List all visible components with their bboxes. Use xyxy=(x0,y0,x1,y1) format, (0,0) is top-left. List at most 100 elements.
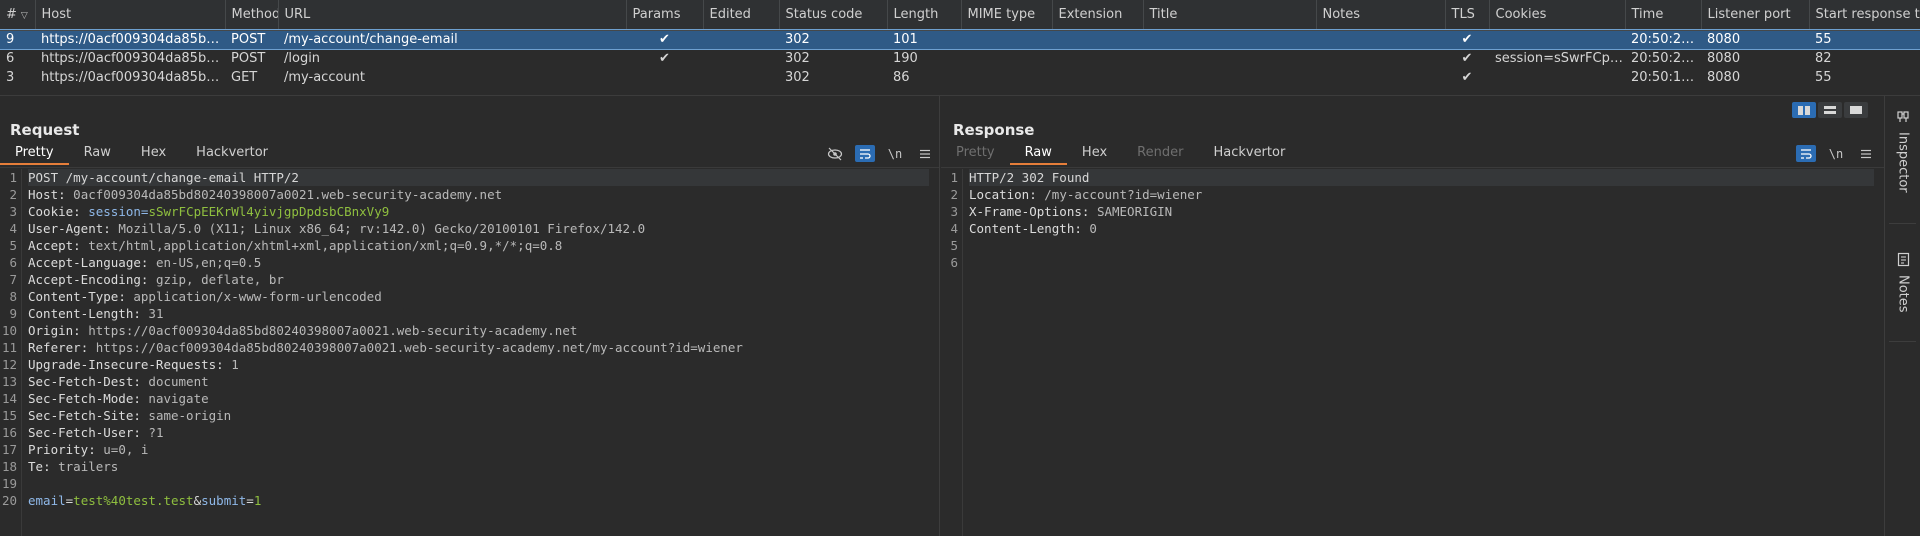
col-header-url[interactable]: URL xyxy=(278,0,627,31)
col-header-notes[interactable]: Notes xyxy=(1316,0,1446,31)
params-check-icon: ✔ xyxy=(659,51,670,66)
line-number: 1 xyxy=(950,170,958,185)
col-header-params[interactable]: Params xyxy=(626,0,704,31)
table-row[interactable]: 9 https://0acf009304da85bd... POST /my-a… xyxy=(0,29,1920,50)
header-line: Accept-Language: en-US,en;q=0.5 xyxy=(28,255,262,270)
table-row[interactable]: 3 https://0acf009304da85bd... GET /my-ac… xyxy=(0,68,1920,87)
tab-pretty[interactable]: Pretty xyxy=(0,143,69,165)
row-mime xyxy=(961,30,1052,49)
header-line: Content-Length: 0 xyxy=(969,221,1097,236)
layout-toggle-group xyxy=(1792,102,1868,118)
line-number: 11 xyxy=(1,340,17,355)
tab-pretty[interactable]: Pretty xyxy=(941,143,1010,165)
history-grid: # ▽ Host Method URL Params Edited Status … xyxy=(0,0,1920,87)
col-header-number[interactable]: # ▽ xyxy=(0,0,36,31)
line-number: 10 xyxy=(1,323,17,338)
notes-icon xyxy=(1897,252,1909,267)
header-line: Te: trailers xyxy=(28,459,119,474)
header-value: 0acf009304da85bd80240398007a0021.web-sec… xyxy=(73,187,503,202)
empty-line xyxy=(969,237,1874,254)
newline-toggle[interactable]: \n xyxy=(1826,145,1846,162)
request-toolbar: \n xyxy=(825,145,935,162)
header-name: Content-Type xyxy=(28,289,119,304)
header-name: Sec-Fetch-Mode xyxy=(28,391,134,406)
col-header-tls[interactable]: TLS xyxy=(1445,0,1490,31)
eye-off-icon[interactable] xyxy=(825,145,845,162)
tab-hex[interactable]: Hex xyxy=(126,143,181,165)
header-line: Sec-Fetch-User: ?1 xyxy=(28,425,164,440)
col-header-edited[interactable]: Edited xyxy=(703,0,780,31)
empty-line xyxy=(28,475,929,492)
row-status: 302 xyxy=(785,70,810,85)
row-host: https://0acf009304da85bd... xyxy=(41,70,225,85)
row-extension xyxy=(1052,68,1143,87)
sidebar-inspector-label: Inspector xyxy=(1895,132,1911,193)
line-number: 5 xyxy=(9,238,17,253)
inspector-sidebar: Inspector Notes xyxy=(1884,96,1920,536)
header-name: Sec-Fetch-User xyxy=(28,425,134,440)
header-value: Mozilla/5.0 (X11; Linux x86_64; rv:142.0… xyxy=(118,221,646,236)
col-header-title[interactable]: Title xyxy=(1143,0,1317,31)
col-header-status[interactable]: Status code xyxy=(779,0,888,31)
tab-hex[interactable]: Hex xyxy=(1067,143,1122,165)
row-port: 8080 xyxy=(1701,30,1809,49)
tab-render[interactable]: Render xyxy=(1122,143,1198,165)
header-name: Location xyxy=(969,187,1030,202)
sidebar-tab-inspector[interactable]: Inspector xyxy=(1885,110,1920,193)
header-name: Content-Length xyxy=(969,221,1075,236)
col-header-host[interactable]: Host xyxy=(35,0,226,31)
header-name: Content-Length xyxy=(28,306,134,321)
line-number: 3 xyxy=(9,204,17,219)
line-number-gutter: 1 2 3 4 5 6 7 8 9 10 11 12 13 14 15 16 1… xyxy=(0,169,22,536)
tls-check-icon: ✔ xyxy=(1461,70,1473,85)
row-edited xyxy=(703,30,779,49)
newline-toggle[interactable]: \n xyxy=(885,145,905,162)
sidebar-notes-label: Notes xyxy=(1895,275,1911,313)
request-editor[interactable]: 1 2 3 4 5 6 7 8 9 10 11 12 13 14 15 16 1… xyxy=(0,169,939,536)
header-value: trailers xyxy=(58,459,119,474)
line-number: 1 xyxy=(9,170,17,185)
header-line: Referer: https://0acf009304da85bd8024039… xyxy=(28,340,743,355)
header-value: same-origin xyxy=(148,408,232,423)
table-row[interactable]: 6 https://0acf009304da85bd... POST /logi… xyxy=(0,49,1920,68)
tab-raw[interactable]: Raw xyxy=(69,143,126,165)
cookie-value: sSwrFCpEEKrWl4yivjgpDpdsbCBnxVy9 xyxy=(148,204,390,219)
header-value: SAMEORIGIN xyxy=(1096,204,1173,219)
line-number: 4 xyxy=(950,221,958,236)
col-header-start-response[interactable]: Start response ti xyxy=(1809,0,1920,31)
col-header-mime[interactable]: MIME type xyxy=(961,0,1053,31)
col-header-time[interactable]: Time xyxy=(1625,0,1702,31)
row-length: 190 xyxy=(893,51,918,66)
row-mime xyxy=(961,49,1052,68)
tab-raw[interactable]: Raw xyxy=(1009,143,1067,165)
tab-hackvertor[interactable]: Hackvertor xyxy=(181,143,283,165)
header-line: Location: /my-account?id=wiener xyxy=(969,187,1203,202)
header-value: u=0, i xyxy=(103,442,149,457)
param-value: test%40test.test xyxy=(73,493,194,508)
menu-icon[interactable] xyxy=(915,145,935,162)
header-name: Host xyxy=(28,187,59,202)
wrap-lines-icon[interactable] xyxy=(855,145,875,162)
single-view-icon[interactable] xyxy=(1844,102,1868,118)
row-extension xyxy=(1052,30,1143,49)
side-by-side-icon[interactable] xyxy=(1792,102,1816,118)
col-header-extension[interactable]: Extension xyxy=(1052,0,1144,31)
sidebar-tab-notes[interactable]: Notes xyxy=(1885,252,1920,313)
col-header-length[interactable]: Length xyxy=(887,0,962,31)
header-line: Accept: text/html,application/xhtml+xml,… xyxy=(28,238,563,253)
wrap-lines-icon[interactable] xyxy=(1796,145,1816,162)
col-header-method[interactable]: Method xyxy=(225,0,279,31)
line-number: 6 xyxy=(950,255,958,270)
header-name: Accept-Language xyxy=(28,255,141,270)
tab-hackvertor[interactable]: Hackvertor xyxy=(1198,143,1300,165)
menu-icon[interactable] xyxy=(1856,145,1876,162)
col-header-cookies[interactable]: Cookies xyxy=(1489,0,1626,31)
request-line: POST /my-account/change-email HTTP/2 xyxy=(28,169,929,186)
header-value: application/x-www-form-urlencoded xyxy=(133,289,382,304)
stacked-icon[interactable] xyxy=(1818,102,1842,118)
col-header-listener-port[interactable]: Listener port xyxy=(1701,0,1810,31)
line-number-gutter: 1 2 3 4 5 6 xyxy=(941,169,963,536)
header-name: Referer xyxy=(28,340,81,355)
response-editor[interactable]: 1 2 3 4 5 6 HTTP/2 302 Found Location: /… xyxy=(941,169,1884,536)
line-number: 14 xyxy=(1,391,17,406)
